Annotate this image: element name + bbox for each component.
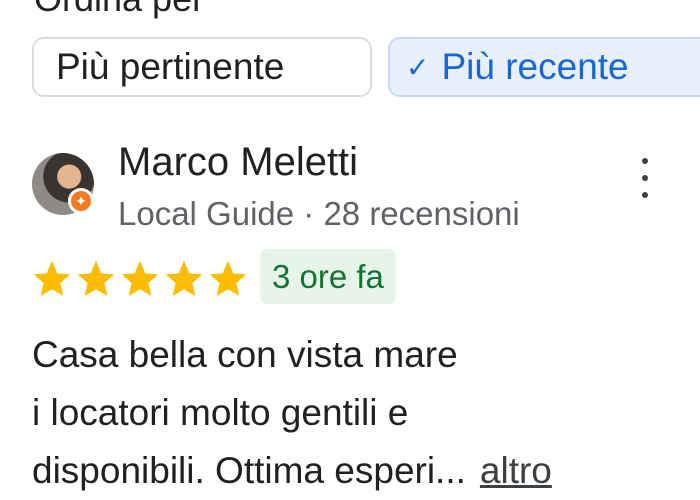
- author-meta: Local Guide · 28 recensioni: [118, 195, 520, 232]
- review-text-line: disponibili. Ottima esperi... altro: [32, 442, 692, 500]
- chip-label: Più pertinente: [56, 46, 285, 87]
- star-icon: [165, 260, 203, 296]
- star-icon: [33, 260, 71, 296]
- menu-dot: [642, 175, 648, 181]
- more-vert-icon[interactable]: [630, 158, 660, 198]
- local-guide-badge-icon: ✦: [68, 188, 94, 214]
- review-text-line: i locatori molto gentili e: [32, 392, 409, 433]
- star-icon: [77, 260, 115, 296]
- menu-dot: [642, 192, 648, 198]
- read-more-link[interactable]: altro: [480, 450, 552, 491]
- review-text-line: Casa bella con vista mare: [32, 334, 458, 375]
- sort-chip-recent[interactable]: ✓ Più recente: [388, 37, 700, 97]
- author-name[interactable]: Marco Meletti: [118, 140, 358, 185]
- sort-heading: Ordina per: [34, 0, 204, 20]
- menu-dot: [642, 158, 648, 164]
- review-text-segment: disponibili. Ottima esperi...: [32, 450, 466, 491]
- star-icon: [209, 260, 247, 296]
- review-text: Casa bella con vista mare i locatori mol…: [32, 326, 692, 500]
- review-time-badge: 3 ore fa: [260, 249, 396, 304]
- star-icon: [121, 260, 159, 296]
- chip-label: Più recente: [441, 46, 629, 87]
- checkmark-icon: ✓: [406, 51, 430, 83]
- sort-chip-relevant[interactable]: Più pertinente: [32, 37, 372, 97]
- star-rating: [30, 257, 250, 301]
